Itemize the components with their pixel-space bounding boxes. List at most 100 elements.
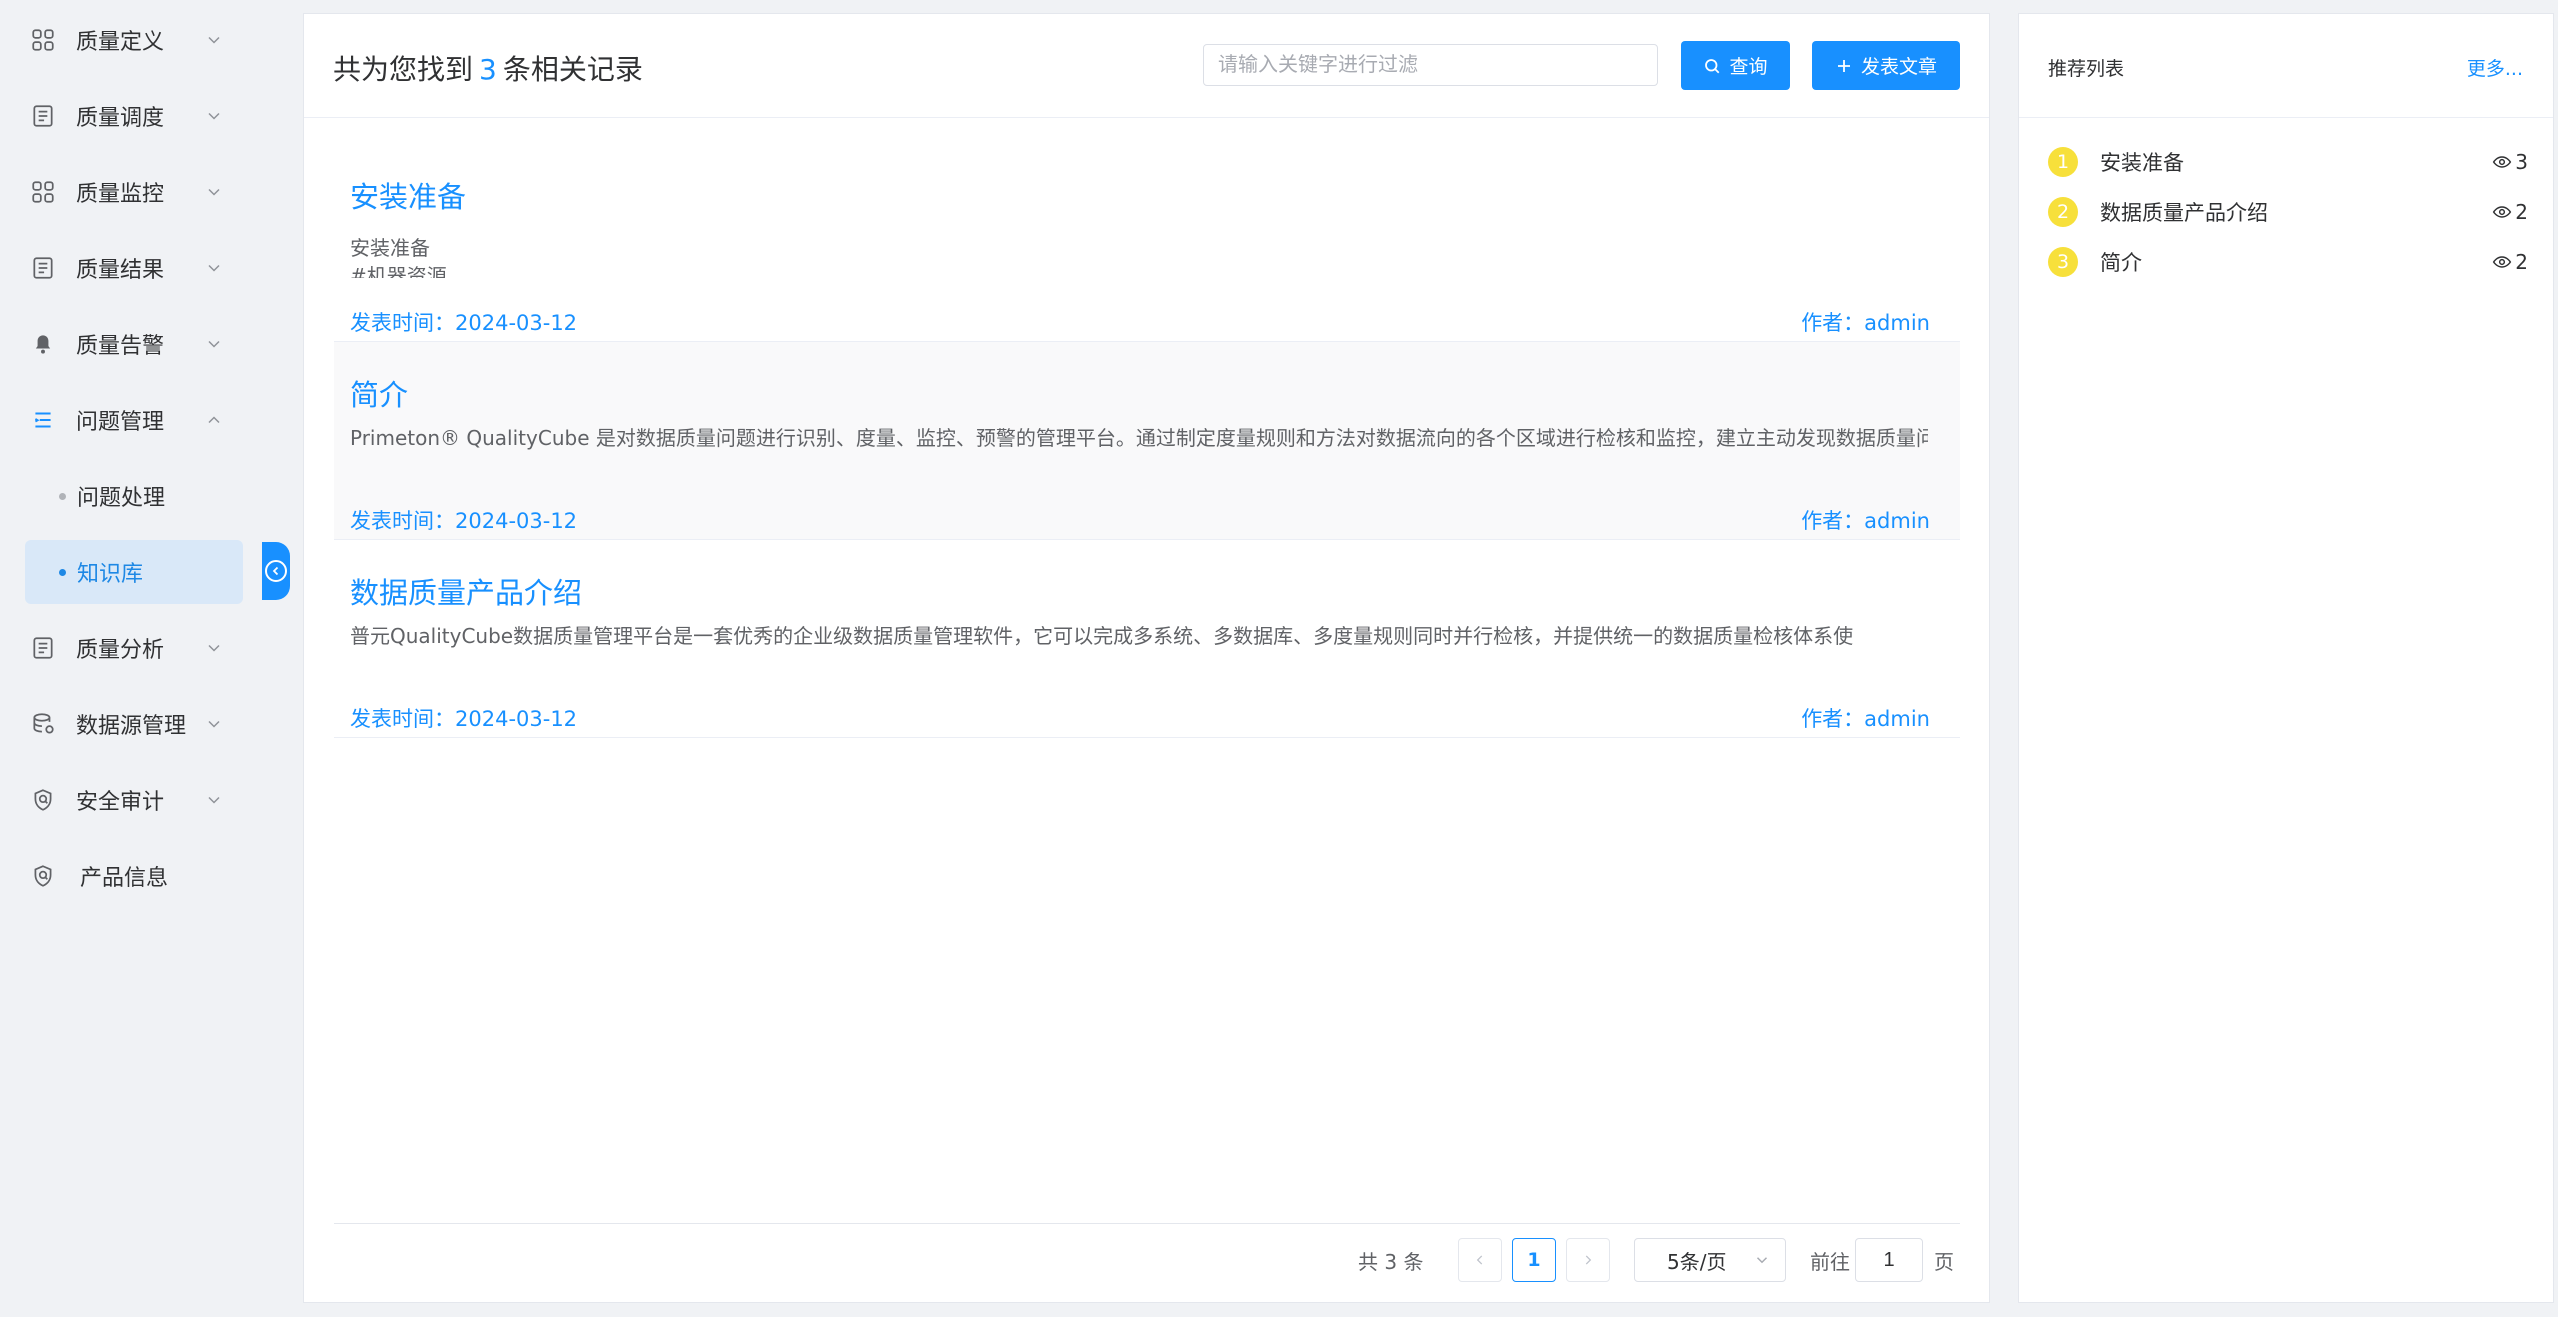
article-author: 作者：admin: [1801, 509, 1930, 533]
chevron-down-icon: [208, 36, 220, 44]
sidebar-subitem-issue-handling[interactable]: 问题处理: [25, 464, 243, 528]
sidebar-item-quality-alerts[interactable]: 质量告警: [0, 312, 250, 376]
view-count-value: 2: [2515, 200, 2528, 224]
sidebar-item-security-audit[interactable]: 安全审计: [0, 768, 250, 832]
view-count-value: 2: [2515, 250, 2528, 274]
article-title[interactable]: 简介: [350, 372, 408, 414]
chevron-right-icon: [1585, 1255, 1592, 1265]
query-button[interactable]: 查询: [1681, 41, 1790, 90]
eye-icon: [2493, 206, 2512, 218]
document-icon: [33, 257, 53, 279]
grid-icon: [32, 29, 54, 51]
sidebar-item-label: 质量定义: [76, 30, 165, 55]
page-size-select[interactable]: 5条/页: [1634, 1238, 1786, 1282]
article-author: 作者：admin: [1801, 707, 1930, 731]
chevron-left-icon: [1476, 1255, 1483, 1265]
sidebar-item-label: 质量监控: [76, 182, 165, 207]
eye-icon: [2493, 256, 2512, 268]
panel-header: 共为您找到3条相关记录 查询 发表文章: [304, 14, 1989, 118]
database-icon: [33, 713, 54, 734]
article-item: 简介 Primeton® QualityCube 是对数据质量问题进行识别、度量…: [334, 342, 1960, 540]
sidebar-item-product-info[interactable]: 产品信息: [0, 844, 250, 908]
result-summary: 共为您找到 3 条相关记录: [333, 48, 643, 88]
recommend-item[interactable]: 1 安装准备 3: [2048, 142, 2528, 182]
grid-icon: [32, 181, 54, 203]
document-icon: [33, 637, 53, 659]
sidebar-item-quality-scheduling[interactable]: 质量调度: [0, 84, 250, 148]
article-author: 作者：admin: [1801, 311, 1930, 335]
sidebar-subitem-knowledge-base[interactable]: 知识库: [25, 540, 243, 604]
query-button-label: 查询: [1729, 56, 1768, 78]
pager-goto-input[interactable]: [1855, 1238, 1923, 1282]
app-root: 质量定义 质量调度 质量监控 质量结果 质量告警 问题管理 问题处理 知识库 质…: [0, 0, 2558, 1317]
knowledge-list-panel: 共为您找到3条相关记录 查询 发表文章 安装准备 安装准备 #机器资源 发表时间…: [303, 13, 1990, 1303]
recommend-item-title[interactable]: 数据质量产品介绍: [2100, 197, 2268, 227]
search-icon: [1705, 58, 1720, 73]
article-title[interactable]: 数据质量产品介绍: [350, 570, 582, 612]
plus-icon: [1837, 59, 1850, 72]
recommend-item[interactable]: 2 数据质量产品介绍 2: [2048, 192, 2528, 232]
eye-icon: [2493, 156, 2512, 168]
recommend-item-title[interactable]: 简介: [2100, 247, 2142, 277]
sidebar-item-label: 质量分析: [76, 638, 165, 663]
sidebar-item-quality-results[interactable]: 质量结果: [0, 236, 250, 300]
rank-badge: 3: [2048, 247, 2078, 277]
sidebar-item-label: 问题管理: [76, 410, 165, 435]
pager-goto-label: 前往: [1810, 1249, 1850, 1274]
document-icon: [33, 105, 53, 127]
recommend-panel: 推荐列表 更多... 1 安装准备 3 2 数据质量产品介绍 2 3 简介 2: [2018, 13, 2554, 1303]
sidebar-item-issue-management[interactable]: 问题管理: [0, 388, 250, 452]
sidebar-subitem-label: 问题处理: [77, 486, 166, 511]
view-count-value: 3: [2515, 150, 2528, 174]
sidebar-subitem-label: 知识库: [77, 562, 144, 587]
more-link[interactable]: 更多...: [2467, 54, 2523, 81]
sidebar: 质量定义 质量调度 质量监控 质量结果 质量告警 问题管理 问题处理 知识库 质…: [0, 0, 290, 1317]
chevron-down-icon: [208, 644, 220, 652]
sidebar-collapse-button[interactable]: [262, 542, 290, 600]
recommend-item[interactable]: 3 简介 2: [2048, 242, 2528, 282]
shield-icon: [34, 865, 52, 887]
article-item: 安装准备 安装准备 #机器资源 发表时间：2024-03-12 作者：admin: [334, 144, 1960, 342]
result-suffix: 条相关记录: [502, 53, 643, 86]
page-size-value: 5条/页: [1667, 1249, 1727, 1274]
recommend-item-title[interactable]: 安装准备: [2100, 147, 2184, 177]
article-date: 发表时间：2024-03-12: [350, 509, 578, 533]
shield-icon: [34, 789, 52, 811]
chevron-down-icon: [208, 796, 220, 804]
result-prefix: 共为您找到: [333, 53, 474, 86]
sidebar-item-quality-definition[interactable]: 质量定义: [0, 8, 250, 72]
recommend-title: 推荐列表: [2048, 58, 2125, 80]
pager-next-button[interactable]: [1566, 1238, 1610, 1282]
view-count: 2: [2492, 200, 2528, 224]
chevron-up-icon: [208, 416, 220, 424]
publish-article-button[interactable]: 发表文章: [1812, 41, 1960, 90]
search-input[interactable]: [1203, 44, 1658, 86]
pager-prev-button[interactable]: [1458, 1238, 1502, 1282]
bell-icon: [35, 335, 51, 354]
article-summary: 普元QualityCube数据质量管理平台是一套优秀的企业级数据质量管理软件，它…: [350, 624, 1854, 648]
sidebar-item-label: 质量结果: [76, 258, 165, 283]
chevron-down-icon: [208, 112, 220, 120]
pager-page-button[interactable]: 1: [1512, 1238, 1556, 1282]
publish-button-label: 发表文章: [1860, 56, 1937, 78]
chevron-left-icon: [265, 560, 287, 582]
sidebar-item-label: 产品信息: [80, 866, 169, 891]
chevron-down-icon: [208, 188, 220, 196]
chevron-down-icon: [1756, 1257, 1768, 1264]
pager-total: 共 3 条: [1358, 1249, 1424, 1274]
list-icon: [34, 412, 51, 428]
recommend-header: 推荐列表 更多...: [2019, 14, 2553, 118]
bullet-dot: [59, 568, 66, 576]
sidebar-item-datasource-management[interactable]: 数据源管理: [0, 692, 250, 756]
sidebar-item-quality-analysis[interactable]: 质量分析: [0, 616, 250, 680]
bullet-dot: [59, 492, 66, 500]
article-summary: Primeton® QualityCube 是对数据质量问题进行识别、度量、监控…: [350, 426, 1928, 450]
sidebar-item-label: 安全审计: [76, 790, 165, 815]
article-title[interactable]: 安装准备: [350, 174, 466, 216]
article-date: 发表时间：2024-03-12: [350, 311, 578, 335]
rank-badge: 1: [2048, 147, 2078, 177]
sidebar-item-label: 质量调度: [76, 106, 165, 131]
view-count: 2: [2492, 250, 2528, 274]
article-item: 数据质量产品介绍 普元QualityCube数据质量管理平台是一套优秀的企业级数…: [334, 540, 1960, 738]
sidebar-item-quality-monitoring[interactable]: 质量监控: [0, 160, 250, 224]
